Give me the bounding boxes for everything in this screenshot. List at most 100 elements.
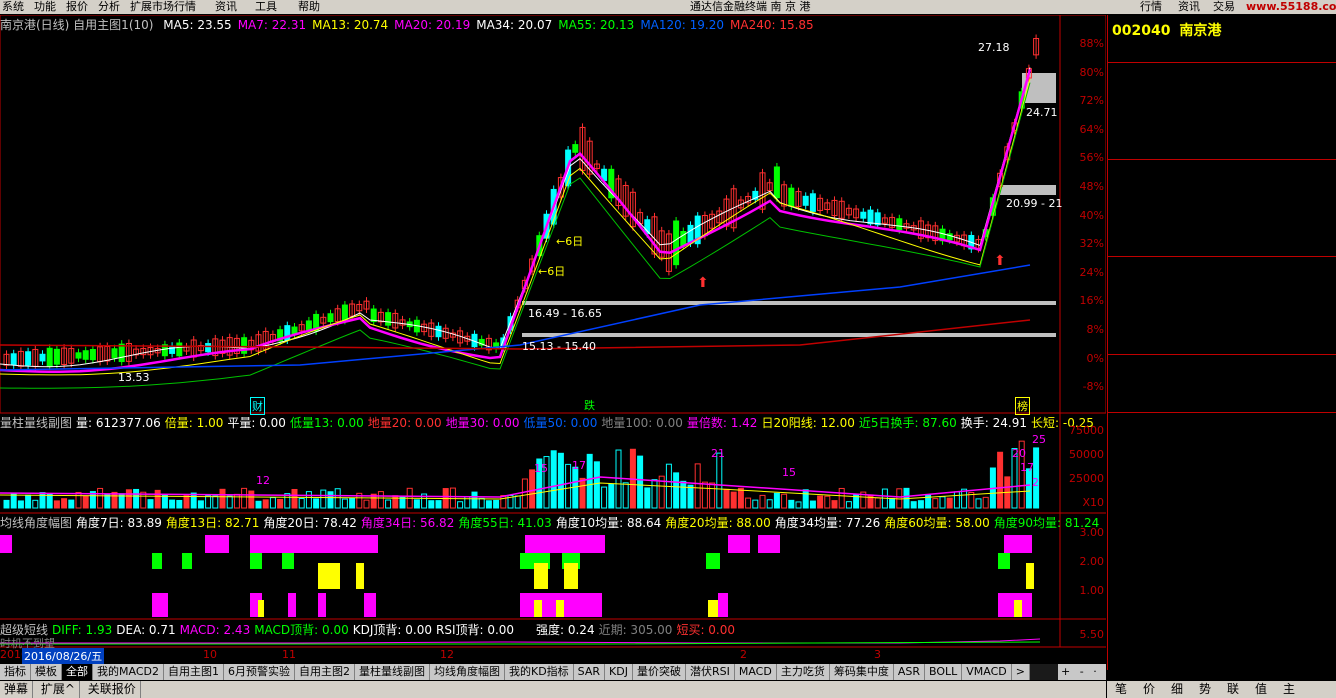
volume-bar: [485, 500, 492, 509]
marker-fund[interactable]: 财: [250, 397, 265, 415]
macd-panel-header: 超级短线 DIFF: 1.93 DEA: 0.71 MACD: 2.43 MACD顶背:…: [0, 621, 518, 638]
menu-item-extmarket[interactable]: 扩展市场行情: [130, 0, 196, 14]
marker-list[interactable]: 榜: [1015, 397, 1030, 415]
indicator-tab[interactable]: MACD: [734, 664, 777, 680]
indicator-tab[interactable]: 自用主图2: [294, 664, 355, 680]
indicator-tab[interactable]: 全部: [62, 664, 93, 680]
panel-header-item: RSI顶背: 0.00: [436, 623, 515, 637]
date-axis-selected[interactable]: 2016/08/26/五: [22, 648, 105, 664]
marker-fall[interactable]: 跌: [584, 397, 595, 413]
candle-body: [896, 218, 903, 231]
related-quote-button[interactable]: 关联报价: [84, 681, 141, 698]
tick-row: [1109, 524, 1334, 542]
menu-item-help[interactable]: 帮助: [298, 0, 320, 14]
menu-item-system[interactable]: 系统: [2, 0, 24, 14]
sidebar-divider: [1108, 256, 1336, 257]
sidebar-tab[interactable]: 细: [1163, 681, 1191, 698]
volume-bar: [320, 489, 327, 509]
indicator-tab[interactable]: 主力吃货: [776, 664, 830, 680]
indicator-tab[interactable]: SAR: [573, 664, 606, 680]
angle-signal-block: [250, 553, 262, 569]
bid-row[interactable]: [1109, 181, 1334, 200]
danmu-button[interactable]: 弹幕: [0, 681, 34, 698]
bid-row[interactable]: [1109, 162, 1334, 181]
main-y-label: 8%: [1086, 323, 1104, 336]
ask-row[interactable]: [1109, 122, 1334, 141]
angle-y-label: 1.00: [1079, 584, 1105, 597]
indicator-tab[interactable]: 6月预警实验: [223, 664, 295, 680]
volume-bar: [601, 486, 608, 509]
candle-body: [176, 342, 183, 357]
sidebar-tab[interactable]: 笔: [1107, 681, 1135, 698]
indicator-tab[interactable]: 筹码集中度: [829, 664, 894, 680]
ma-legend-item: MA13: 20.74: [312, 18, 389, 32]
menu-right-quote[interactable]: 行情: [1140, 0, 1162, 14]
zoom-out-button[interactable]: -: [1077, 665, 1087, 678]
indicator-tab[interactable]: KDJ: [605, 664, 633, 680]
date-axis-month-2: 2: [740, 648, 747, 661]
volume-bar: [651, 479, 658, 509]
sidebar-tab[interactable]: 主: [1275, 681, 1303, 698]
indicator-tab[interactable]: >: [1011, 664, 1030, 680]
menu-item-analysis[interactable]: 分析: [98, 0, 120, 14]
indicator-tab[interactable]: 量柱量线副图: [354, 664, 430, 680]
bid-row[interactable]: [1109, 200, 1334, 219]
bid-row[interactable]: [1109, 238, 1334, 257]
sidebar-tab[interactable]: 价: [1135, 681, 1163, 698]
volume-bar: [687, 484, 694, 509]
indicator-tab[interactable]: 潜伏RSI: [685, 664, 735, 680]
angle-y-label: 3.00: [1079, 526, 1105, 539]
bid-row[interactable]: [1109, 219, 1334, 238]
main-y-label: 0%: [1086, 351, 1104, 365]
expand-button[interactable]: 扩展^: [37, 681, 80, 698]
menu-item-tools[interactable]: 工具: [255, 0, 277, 14]
ask-row[interactable]: [1109, 141, 1334, 160]
indicator-tab[interactable]: VMACD: [962, 664, 1012, 680]
indicator-tab[interactable]: 我的MACD2: [93, 664, 164, 680]
angle-signal-block: [706, 553, 720, 569]
menu-right-news[interactable]: 资讯: [1178, 0, 1200, 14]
indicator-tab[interactable]: 我的KD指标: [504, 664, 574, 680]
indicator-tab[interactable]: 自用主图1: [163, 664, 224, 680]
menu-item-news[interactable]: 资讯: [215, 0, 237, 14]
sidebar-divider: [1108, 159, 1336, 160]
sidebar-tab[interactable]: 值: [1247, 681, 1275, 698]
angle-signal-block: [534, 563, 548, 589]
volume-bar: [176, 499, 183, 509]
ask-row[interactable]: [1109, 65, 1334, 84]
sidebar-tab[interactable]: 联: [1219, 681, 1247, 698]
candle-body: [673, 220, 680, 266]
main-y-label: 64%: [1079, 122, 1104, 136]
more-button[interactable]: ·: [1090, 665, 1100, 678]
sidebar-tab[interactable]: 势: [1191, 681, 1219, 698]
panel-header-item: 地量20: 0.00: [367, 416, 442, 430]
ask-row[interactable]: [1109, 103, 1334, 122]
angle-signal-block: [318, 563, 340, 589]
volume-bar: [46, 493, 53, 509]
main-y-label: 72%: [1079, 94, 1104, 108]
tick-row: [1109, 470, 1334, 488]
volume-bar: [514, 495, 521, 509]
indicator-tab[interactable]: BOLL: [924, 664, 963, 680]
volume-bar: [889, 497, 896, 509]
volume-bar: [133, 488, 140, 509]
volume-panel-header: 量柱量线副图 量: 612377.06 倍量: 1.00 平量: 0.00 低量13: …: [0, 414, 1098, 431]
menu-item-quote[interactable]: 报价: [66, 0, 88, 14]
indicator-tab[interactable]: 指标: [0, 664, 31, 680]
ask-row[interactable]: [1109, 84, 1334, 103]
ma-lines: [0, 67, 1032, 389]
indicator-tab[interactable]: 量价突破: [632, 664, 686, 680]
menu-item-function[interactable]: 功能: [34, 0, 56, 14]
volume-peak-label: 17: [1020, 461, 1034, 474]
indicator-tab[interactable]: 模板: [31, 664, 62, 680]
zoom-in-button[interactable]: +: [1058, 665, 1073, 678]
panel-header-item: 低量50: 0.00: [523, 416, 598, 430]
indicator-tab[interactable]: ASR: [893, 664, 925, 680]
volume-bar: [759, 494, 766, 509]
panel-header-item: 量柱量线副图: [0, 416, 73, 430]
volume-bar: [169, 499, 176, 509]
menu-right-trade[interactable]: 交易: [1213, 0, 1235, 14]
watermark-logo: www.55188.com: [1246, 0, 1336, 13]
candle-body: [10, 353, 17, 366]
indicator-tab[interactable]: 均线角度幅图: [429, 664, 505, 680]
